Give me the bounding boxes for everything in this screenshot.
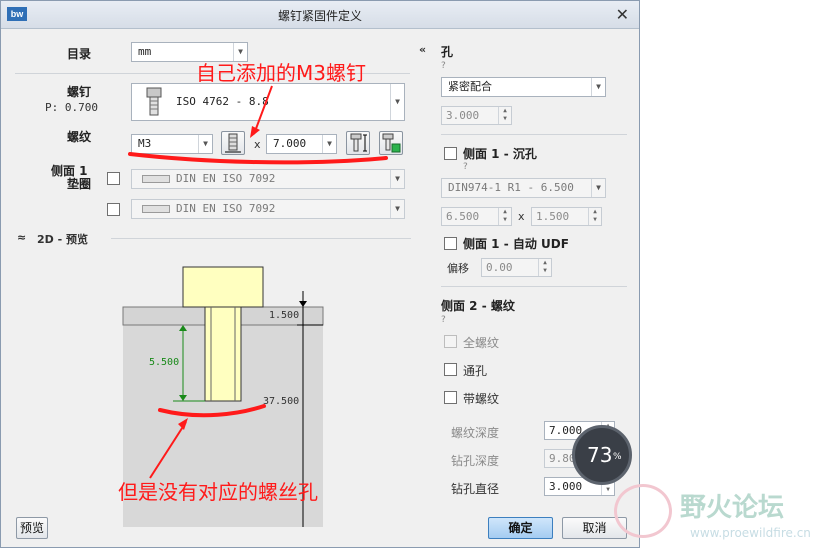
badge-unit: %	[613, 452, 622, 462]
top-annotation: 自己添加的M3螺钉	[196, 61, 366, 85]
bottom-arrow	[149, 421, 187, 479]
watermark-url: www.proewildfire.cn	[690, 526, 811, 540]
bottom-mark	[158, 404, 266, 418]
watermark-logo-icon	[614, 484, 672, 538]
badge-value: 73	[587, 443, 613, 467]
bottom-arrowhead	[178, 418, 188, 430]
watermark-name: 野火论坛	[680, 493, 785, 523]
progress-badge: 73 %	[572, 425, 632, 485]
top-arrow	[253, 85, 273, 135]
underline-mark	[128, 152, 388, 165]
top-arrowhead	[250, 126, 260, 138]
bottom-annotation: 但是没有对应的螺丝孔	[118, 480, 318, 504]
annotation-marks	[128, 85, 388, 479]
